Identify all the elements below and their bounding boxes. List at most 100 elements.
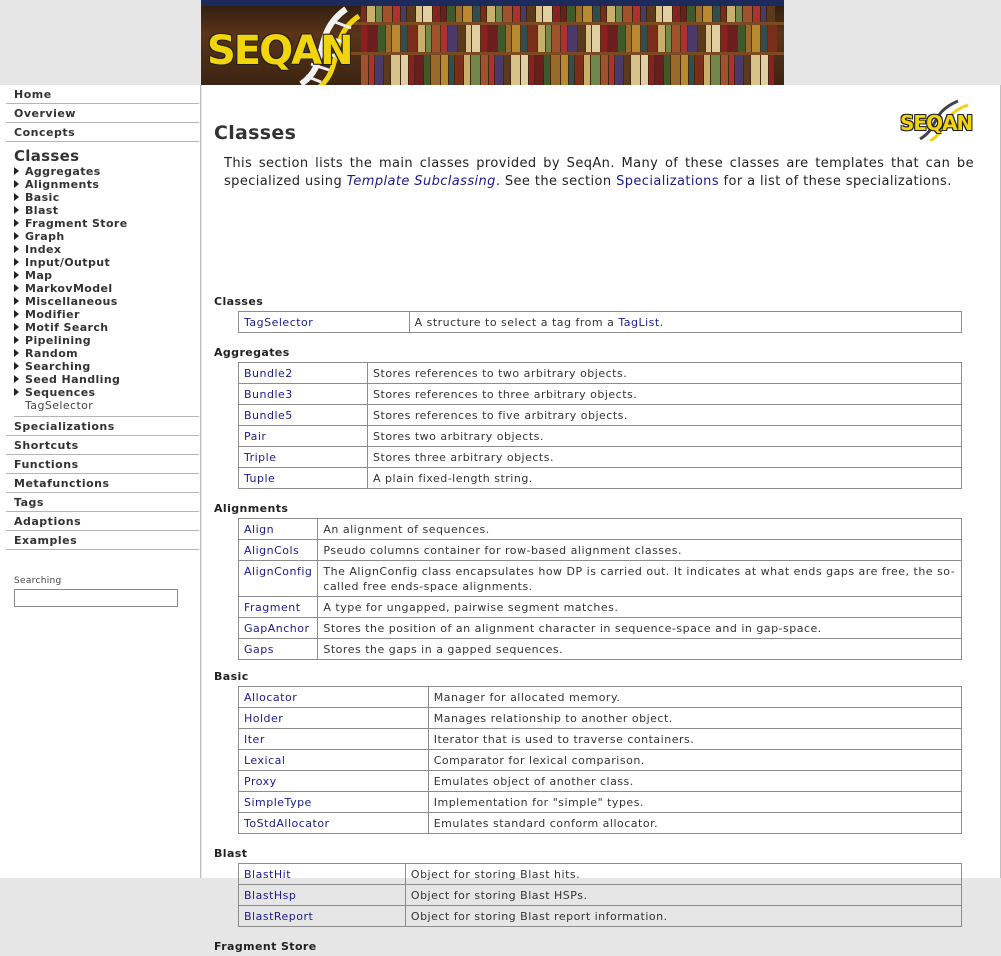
sidebar-subitem-label: Motif Search xyxy=(25,321,109,334)
sidebar-sub-list: Aggregates Alignments Basic Blast Fragment S… xyxy=(14,165,199,417)
section-title: Fragment Store xyxy=(214,940,317,953)
table-row: BlastHsp Object for storing Blast HSPs. xyxy=(238,884,963,906)
sidebar-link-home[interactable]: Home xyxy=(6,85,199,104)
expand-arrow-icon[interactable] xyxy=(14,271,19,279)
class-description: A structure to select a tag from a TagLi… xyxy=(408,311,963,333)
sidebar-subitem-miscellaneous[interactable]: Miscellaneous xyxy=(14,295,199,308)
class-link[interactable]: GapAnchor xyxy=(237,617,319,639)
sidebar-subitem-modifier[interactable]: Modifier xyxy=(14,308,199,321)
sidebar-link-examples[interactable]: Examples xyxy=(6,531,199,550)
class-link[interactable]: Proxy xyxy=(238,770,429,792)
sidebar-subitem-blast[interactable]: Blast xyxy=(14,204,199,217)
class-link[interactable]: Gaps xyxy=(237,638,319,660)
sidebar-subitem-input-output[interactable]: Input/Output xyxy=(14,256,199,269)
expand-arrow-icon[interactable] xyxy=(14,323,19,331)
sidebar-subitem-motif-search[interactable]: Motif Search xyxy=(14,321,199,334)
class-link[interactable]: ToStdAllocator xyxy=(238,812,429,834)
class-link[interactable]: AlignCols xyxy=(237,539,319,561)
class-link[interactable]: Allocator xyxy=(238,686,429,708)
section-title: Basic xyxy=(214,670,249,683)
expand-arrow-icon[interactable] xyxy=(14,206,19,214)
specializations-link[interactable]: Specializations xyxy=(616,174,719,189)
class-link[interactable]: BlastHsp xyxy=(238,884,406,906)
class-link[interactable]: Bundle5 xyxy=(237,404,369,426)
description-text: Stores two arbitrary objects. xyxy=(373,430,544,443)
sidebar-subitem-sequences[interactable]: Sequences xyxy=(14,386,199,399)
class-link[interactable]: SimpleType xyxy=(238,791,429,813)
expand-arrow-icon[interactable] xyxy=(14,232,19,240)
class-link[interactable]: Bundle2 xyxy=(237,362,369,384)
table-row: Proxy Emulates object of another class. xyxy=(238,770,963,792)
class-link[interactable]: AlignConfig xyxy=(237,560,319,597)
sidebar-subitem-graph[interactable]: Graph xyxy=(14,230,199,243)
class-link[interactable]: BlastReport xyxy=(238,905,406,927)
class-description: Implementation for "simple" types. xyxy=(427,791,963,813)
sidebar-link-metafunctions[interactable]: Metafunctions xyxy=(6,474,199,493)
expand-arrow-icon[interactable] xyxy=(14,284,19,292)
class-link[interactable]: BlastHit xyxy=(238,863,406,885)
description-text: Emulates object of another class. xyxy=(433,775,634,788)
section-fragment-store: Fragment Store xyxy=(214,940,317,956)
sidebar-subitem-markovmodel[interactable]: MarkovModel xyxy=(14,282,199,295)
class-link[interactable]: Align xyxy=(237,518,319,540)
class-description: Manager for allocated memory. xyxy=(427,686,963,708)
expand-arrow-icon[interactable] xyxy=(14,180,19,188)
class-link[interactable]: TagSelector xyxy=(238,311,410,333)
sidebar-subitem-map[interactable]: Map xyxy=(14,269,199,282)
sidebar-link-adaptions[interactable]: Adaptions xyxy=(6,512,199,531)
class-description: Object for storing Blast report informat… xyxy=(404,905,963,927)
class-description: Stores the position of an alignment char… xyxy=(317,617,962,639)
class-link[interactable]: Tuple xyxy=(237,467,369,489)
class-link[interactable]: Triple xyxy=(237,446,369,468)
expand-arrow-icon[interactable] xyxy=(14,245,19,253)
sidebar-subitem-random[interactable]: Random xyxy=(14,347,199,360)
expand-arrow-icon[interactable] xyxy=(14,362,19,370)
expand-arrow-icon[interactable] xyxy=(14,167,19,175)
class-link[interactable]: Holder xyxy=(238,707,429,729)
expand-arrow-icon[interactable] xyxy=(14,219,19,227)
description-text: Iterator that is used to traverse contai… xyxy=(433,733,695,746)
class-link[interactable]: Fragment xyxy=(237,596,319,618)
expand-arrow-icon[interactable] xyxy=(14,193,19,201)
description-text: Pseudo columns container for row-based a… xyxy=(323,544,683,557)
expand-arrow-icon[interactable] xyxy=(14,258,19,266)
sidebar-subitem-searching[interactable]: Searching xyxy=(14,360,199,373)
sidebar-subitem-seed-handling[interactable]: Seed Handling xyxy=(14,373,199,386)
expand-arrow-icon[interactable] xyxy=(14,336,19,344)
section-title: Classes xyxy=(214,295,264,308)
expand-arrow-icon[interactable] xyxy=(14,388,19,396)
expand-arrow-icon[interactable] xyxy=(14,349,19,357)
sidebar-subitem-alignments[interactable]: Alignments xyxy=(14,178,199,191)
sidebar-link-tags[interactable]: Tags xyxy=(6,493,199,512)
class-link[interactable]: Iter xyxy=(238,728,429,750)
sidebar-subitem-index[interactable]: Index xyxy=(14,243,199,256)
taglist-link[interactable]: TagList xyxy=(618,316,659,329)
search-input[interactable] xyxy=(14,589,178,607)
sidebar-current-heading[interactable]: Classes xyxy=(14,142,200,165)
sidebar-subitem-pipelining[interactable]: Pipelining xyxy=(14,334,199,347)
template-subclassing-link[interactable]: Template Subclassing xyxy=(347,174,496,189)
class-link[interactable]: Bundle3 xyxy=(237,383,369,405)
expand-arrow-icon[interactable] xyxy=(14,310,19,318)
class-description: Stores three arbitrary objects. xyxy=(367,446,962,468)
sidebar-link-shortcuts[interactable]: Shortcuts xyxy=(6,436,199,455)
sidebar-link-functions[interactable]: Functions xyxy=(6,455,199,474)
expand-arrow-icon[interactable] xyxy=(14,375,19,383)
class-link[interactable]: Pair xyxy=(237,425,369,447)
sidebar-subitem-fragment-store[interactable]: Fragment Store xyxy=(14,217,199,230)
sidebar-subitem-label: Graph xyxy=(25,230,65,243)
class-link[interactable]: Lexical xyxy=(238,749,429,771)
class-description: Emulates object of another class. xyxy=(427,770,963,792)
sidebar-subitem-tagselector[interactable]: TagSelector xyxy=(14,399,199,412)
class-description: Stores references to five arbitrary obje… xyxy=(367,404,962,426)
banner-logo[interactable]: SEQAN xyxy=(207,28,354,74)
expand-arrow-icon[interactable] xyxy=(14,297,19,305)
sidebar-link-specializations[interactable]: Specializations xyxy=(6,417,199,436)
description-text: A type for ungapped, pairwise segment ma… xyxy=(323,601,619,614)
sidebar-subitem-label: Map xyxy=(25,269,53,282)
sidebar-subitem-label: Aggregates xyxy=(25,165,101,178)
sidebar-link-concepts[interactable]: Concepts xyxy=(6,123,199,142)
sidebar-subitem-aggregates[interactable]: Aggregates xyxy=(14,165,199,178)
sidebar-link-overview[interactable]: Overview xyxy=(6,104,199,123)
sidebar-subitem-basic[interactable]: Basic xyxy=(14,191,199,204)
